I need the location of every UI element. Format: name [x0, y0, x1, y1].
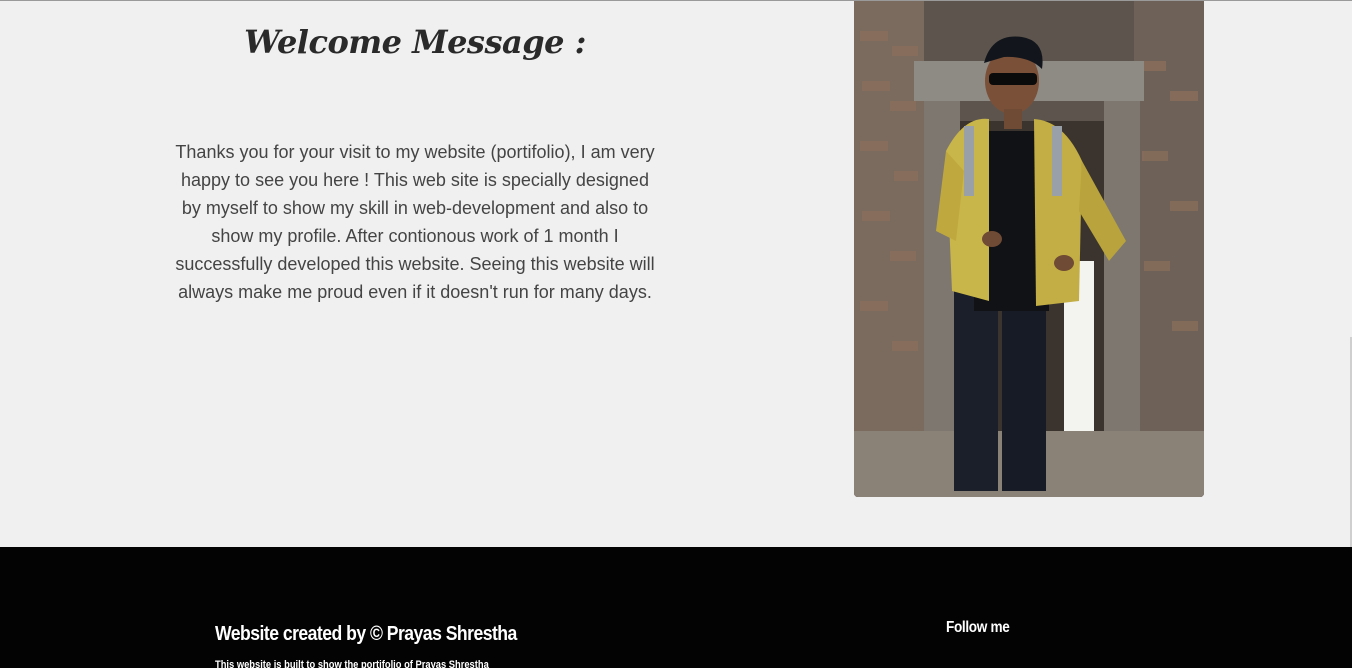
follow-me-heading: Follow me	[946, 619, 1010, 636]
welcome-title: Welcome Message :	[244, 23, 586, 61]
welcome-section: Welcome Message : Thanks you for your vi…	[0, 1, 1352, 547]
welcome-message-text: Thanks you for your visit to my website …	[175, 142, 655, 302]
profile-photo-illustration	[854, 1, 1204, 497]
profile-photo	[854, 1, 1204, 497]
footer: Website created by © Prayas Shrestha Thi…	[0, 547, 1352, 668]
footer-subtext: This website is built to show the portif…	[215, 659, 489, 668]
footer-credit: Website created by © Prayas Shrestha	[215, 623, 517, 645]
